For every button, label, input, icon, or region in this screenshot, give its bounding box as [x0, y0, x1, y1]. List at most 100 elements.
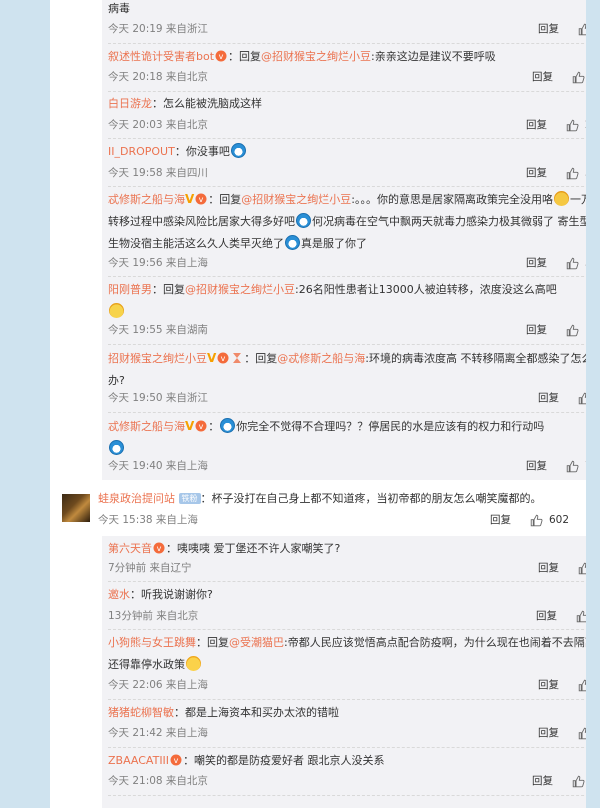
- like-button[interactable]: 718: [566, 459, 586, 473]
- mention-link[interactable]: @招财猴宝之绚烂小豆: [185, 283, 295, 296]
- vip-badge-icon: v: [170, 752, 182, 766]
- like-button[interactable]: 9: [578, 726, 586, 740]
- mention-link[interactable]: @受潮猫巴: [229, 636, 284, 649]
- mention-link[interactable]: @忒修斯之船与海: [277, 352, 365, 365]
- like-button[interactable]: 340: [566, 166, 586, 180]
- reply-text: ：咦咦咦 爱丁堡还不许人家嘲笑了?: [166, 542, 341, 555]
- reply-author[interactable]: 忒修斯之船与海: [108, 193, 185, 206]
- reply-meta: 今天 20:19 来自浙江: [108, 23, 208, 35]
- verified-v-icon: V: [207, 351, 217, 365]
- like-button[interactable]: 1: [578, 561, 586, 575]
- like-button[interactable]: 2: [578, 391, 586, 405]
- divider: [108, 91, 586, 92]
- like-button[interactable]: 11: [572, 774, 586, 788]
- reply-button[interactable]: 回复: [538, 561, 559, 575]
- reply-button[interactable]: 回复: [526, 166, 547, 180]
- laughing-emoji-icon: [186, 656, 201, 671]
- reply-button[interactable]: 回复: [538, 22, 559, 36]
- verified-v-icon: V: [185, 419, 195, 433]
- like-button[interactable]: 212: [566, 118, 586, 132]
- reply-meta: 今天 19:56 来自上海: [108, 257, 208, 269]
- reply-meta: 7分钟前 来自辽宁: [108, 562, 192, 574]
- like-button[interactable]: 8: [578, 678, 586, 692]
- fan-badge: 铁粉: [178, 493, 201, 504]
- like-count: 340: [585, 166, 586, 180]
- reply-button[interactable]: 回复: [526, 118, 547, 132]
- reply-author[interactable]: ZBAACATIII: [108, 754, 169, 767]
- comment-author[interactable]: 蛙泉政治提问站: [98, 492, 175, 505]
- thumbs-up-icon: [566, 257, 579, 269]
- reply-author[interactable]: 猪猪蛇柳智敏: [108, 706, 174, 719]
- like-button[interactable]: 302: [566, 256, 586, 270]
- reply-text-part: :。。。你的意思是居家隔离政策完全没用咯: [351, 193, 554, 206]
- like-count: 165: [585, 323, 586, 337]
- reply-item: ZBAACATIII v ：嘲笑的都是防疫爱好者 跟北京人没关系 今天 21:08 …: [102, 750, 586, 796]
- svg-text:v: v: [174, 756, 179, 765]
- reply-author[interactable]: 忒修斯之船与海: [108, 420, 185, 433]
- divider: [108, 629, 586, 630]
- reply-group-top: 病毒 今天 20:19 来自浙江 回复 2 叙述性诡计受害者botv：回复@招财…: [102, 0, 586, 480]
- like-button[interactable]: 2: [578, 22, 586, 36]
- reply-text: :亲亲这边是建议不要呼吸: [371, 50, 496, 63]
- reply-author[interactable]: 第六天音: [108, 542, 152, 555]
- reply-prefix: ：回复: [228, 50, 262, 63]
- like-button[interactable]: 65: [572, 70, 586, 84]
- avatar[interactable]: [62, 494, 90, 522]
- like-button[interactable]: 602: [530, 513, 569, 527]
- reply-text: 你完全不觉得不合理吗？？停居民的水是应该有的权力和行动吗: [236, 420, 545, 433]
- reply-button[interactable]: 回复: [526, 459, 547, 473]
- reply-author[interactable]: 叙述性诡计受害者bot: [108, 50, 214, 63]
- divider: [108, 412, 586, 413]
- reply-author[interactable]: 招财猴宝之绚烂小豆: [108, 352, 207, 365]
- reply-meta: 今天 19:58 来自四川: [108, 167, 208, 179]
- comment-text: ：杯子没打在自己身上都不知道疼，当初帝都的朋友怎么嘲笑魔都的。: [200, 492, 542, 505]
- like-button[interactable]: 赞: [576, 609, 586, 623]
- reply-meta: 今天 20:03 来自北京: [108, 119, 208, 131]
- svg-text:v: v: [199, 422, 204, 431]
- reply-button[interactable]: 回复: [536, 609, 557, 623]
- reply-button[interactable]: 回复: [526, 323, 547, 337]
- reply-button[interactable]: 回复: [532, 774, 553, 788]
- reply-button[interactable]: 回复: [490, 513, 511, 527]
- main-comment: 蛙泉政治提问站 铁粉 ：杯子没打在自己身上都不知道疼，当初帝都的朋友怎么嘲笑魔都的…: [98, 488, 574, 528]
- verified-v-icon: V: [185, 192, 195, 206]
- reply-button[interactable]: 回复: [526, 256, 547, 270]
- reply-button[interactable]: 回复: [538, 726, 559, 740]
- reply-author[interactable]: II_DROPOUT: [108, 145, 175, 158]
- mention-link[interactable]: @招财猴宝之绚烂小豆: [241, 193, 351, 206]
- reply-author[interactable]: 白日游龙: [108, 97, 152, 110]
- like-count: 718: [585, 459, 586, 473]
- reply-item: 阳刚普男：回复@招财猴宝之绚烂小豆:26名阳性患者让13000人被迫转移，浓度没…: [102, 279, 586, 345]
- reply-item: 第六天音 v ：咦咦咦 爱丁堡还不许人家嘲笑了? 7分钟前 来自辽宁 回复 1: [102, 536, 586, 582]
- hourglass-icon: [231, 350, 243, 363]
- like-count: 302: [585, 256, 586, 270]
- reply-meta: 今天 19:50 来自浙江: [108, 392, 208, 404]
- reply-prefix: ：回复: [244, 352, 278, 365]
- reply-text: ：怎么能被洗脑成这样: [152, 97, 262, 110]
- thumbs-up-icon: [566, 460, 579, 472]
- thumbs-up-icon: [578, 727, 586, 739]
- divider: [108, 699, 586, 700]
- thumbs-up-icon: [578, 23, 586, 35]
- doraemon-emoji-icon: [220, 418, 236, 433]
- reply-meta: 今天 19:55 来自湖南: [108, 324, 208, 336]
- reply-meta: 今天 21:08 来自北京: [108, 775, 208, 787]
- mention-link[interactable]: @招财猴宝之绚烂小豆: [261, 50, 371, 63]
- thinking-emoji-icon: [109, 303, 124, 318]
- reply-author[interactable]: 小狗熊与女王跳舞: [108, 636, 196, 649]
- reply-meta: 今天 21:42 来自上海: [108, 727, 208, 739]
- reply-author[interactable]: 邀水: [108, 588, 130, 601]
- comment-meta: 今天 15:38 来自上海: [98, 514, 198, 526]
- like-count: 602: [549, 514, 570, 526]
- doraemon-emoji-icon: [296, 213, 311, 228]
- reply-text: :26名阳性患者让13000人被迫转移，浓度没这么高吧: [295, 283, 557, 296]
- comment-panel: 病毒 今天 20:19 来自浙江 回复 2 叙述性诡计受害者botv：回复@招财…: [50, 0, 586, 808]
- like-count: 212: [585, 118, 586, 132]
- like-button[interactable]: 165: [566, 323, 586, 337]
- reply-meta: 13分钟前 来自北京: [108, 610, 199, 622]
- reply-author[interactable]: 阳刚普男: [108, 283, 152, 296]
- reply-item: 招财猴宝之绚烂小豆V v ：回复@忒修斯之船与海:环境的病毒浓度高 不转移隔离全都感…: [102, 347, 586, 413]
- reply-button[interactable]: 回复: [532, 70, 553, 84]
- reply-button[interactable]: 回复: [538, 678, 559, 692]
- reply-button[interactable]: 回复: [538, 391, 559, 405]
